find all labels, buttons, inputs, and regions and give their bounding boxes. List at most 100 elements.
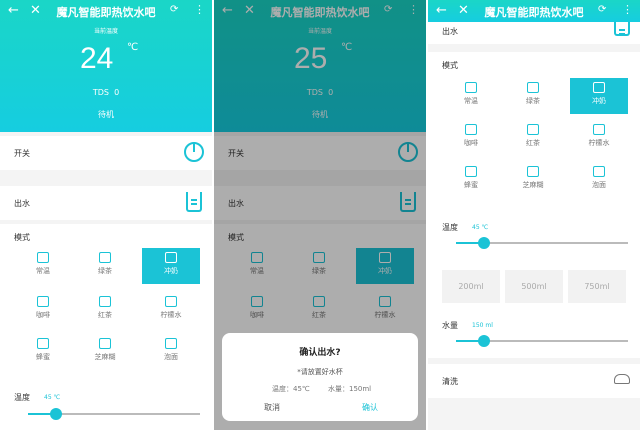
mode-label: 模式: [14, 233, 30, 242]
mode-item-noodle[interactable]: 泡面: [570, 162, 628, 198]
refresh-icon[interactable]: ⟳: [170, 4, 178, 15]
mode-item-sesame[interactable]: 芝麻糊: [504, 162, 562, 198]
temperature-slider-thumb[interactable]: [477, 237, 490, 249]
confirm-button[interactable]: 确认: [362, 402, 378, 413]
mode-label-coffee: 咖啡: [36, 311, 50, 319]
clean-label: 清洗: [442, 377, 458, 386]
mode-item-green-tea[interactable]: 绿茶: [504, 78, 562, 114]
honey-jar-icon: [37, 338, 49, 349]
honey-jar-icon: [465, 166, 477, 177]
temp-unit: ℃: [127, 42, 139, 53]
volume-option-750[interactable]: 750ml: [568, 270, 626, 303]
clean-row[interactable]: 清洗: [428, 364, 640, 398]
mode-item-sesame[interactable]: 芝麻糊: [76, 334, 134, 370]
refresh-icon[interactable]: ⟳: [598, 4, 606, 15]
water-row[interactable]: 出水: [428, 22, 640, 44]
tds-label: TDS: [92, 88, 109, 97]
power-icon[interactable]: [184, 142, 204, 162]
sesame-bowl-icon: [99, 338, 111, 349]
title-bar: ← ✕ 魔凡智能即热饮水吧 ⟳ ⋮: [428, 0, 640, 22]
volume-slider-thumb[interactable]: [477, 335, 490, 347]
device-status: 待机: [98, 110, 114, 119]
mode-item-milk[interactable]: 冲奶: [570, 78, 628, 114]
coffee-icon: [37, 296, 49, 307]
baby-bottle-icon: [165, 252, 177, 263]
water-cup-icon[interactable]: [186, 192, 202, 212]
mode-label-milk: 冲奶: [592, 97, 606, 105]
more-icon[interactable]: ⋮: [194, 3, 205, 16]
water-label: 出水: [14, 199, 30, 208]
mode-label-sesame: 芝麻糊: [522, 181, 544, 189]
volume-option-200[interactable]: 200ml: [442, 270, 500, 303]
screen-settings: ← ✕ 魔凡智能即热饮水吧 ⟳ ⋮ 出水 模式 常温 绿茶 冲奶 咖啡 红茶 柠…: [428, 0, 640, 430]
more-icon[interactable]: ⋮: [622, 3, 633, 16]
mode-label-honey: 蜂蜜: [36, 353, 50, 361]
coffee-icon: [465, 124, 477, 135]
cancel-button[interactable]: 取消: [264, 402, 280, 413]
dialog-temp: 温度：45℃: [272, 385, 310, 393]
temperature-value: 45 ℃: [472, 224, 489, 231]
mode-label-sesame: 芝麻糊: [94, 353, 116, 361]
temperature-label: 温度: [442, 223, 458, 232]
mode-label-normal: 常温: [36, 267, 50, 275]
sesame-bowl-icon: [527, 166, 539, 177]
volume-label: 水量: [442, 321, 458, 330]
mode-item-noodle[interactable]: 泡面: [142, 334, 200, 370]
mode-label-noodle: 泡面: [592, 181, 606, 189]
black-tea-icon: [99, 296, 111, 307]
content-background: [428, 44, 640, 52]
mode-label-normal: 常温: [464, 97, 478, 105]
mode-label-black-tea: 红茶: [526, 139, 540, 147]
mode-label-coffee: 咖啡: [464, 139, 478, 147]
volume-value: 150 ml: [472, 322, 493, 329]
app-title: 魔凡智能即热饮水吧: [56, 6, 156, 19]
lemon-water-icon: [165, 296, 177, 307]
mode-item-honey[interactable]: 蜂蜜: [14, 334, 72, 370]
tea-cup-icon: [527, 82, 539, 93]
mode-item-coffee[interactable]: 咖啡: [442, 120, 500, 156]
water-row[interactable]: 出水: [0, 186, 212, 220]
kettle-icon: [37, 252, 49, 263]
black-tea-icon: [527, 124, 539, 135]
mode-item-normal[interactable]: 常温: [14, 248, 72, 284]
mode-item-coffee[interactable]: 咖啡: [14, 292, 72, 328]
screen-confirm: ← ✕ 魔凡智能即热饮水吧 ⟳ ⋮ 当前温度 25 ℃ TDS 0 待机 开关 …: [214, 0, 426, 430]
mode-label-lemon: 柠檬水: [588, 139, 610, 147]
mode-label-black-tea: 红茶: [98, 311, 112, 319]
dialog-title: 确认出水?: [299, 348, 341, 358]
mode-item-honey[interactable]: 蜂蜜: [442, 162, 500, 198]
mode-item-green-tea[interactable]: 绿茶: [76, 248, 134, 284]
dialog-volume: 水量：150ml: [328, 385, 372, 393]
baby-bottle-icon: [593, 82, 605, 93]
tds-value: 0: [114, 88, 120, 97]
temperature-slider-thumb[interactable]: [49, 408, 62, 420]
current-temp-label: 当前温度: [93, 28, 118, 35]
tds-readout: TDS 0: [0, 88, 212, 97]
tea-cup-icon: [99, 252, 111, 263]
water-label: 出水: [442, 27, 458, 36]
lemon-water-icon: [593, 124, 605, 135]
temperature-label: 温度: [14, 393, 30, 402]
mode-item-black-tea[interactable]: 红茶: [76, 292, 134, 328]
app-title: 魔凡智能即热饮水吧: [484, 6, 584, 19]
mode-item-lemon[interactable]: 柠檬水: [142, 292, 200, 328]
mode-label-noodle: 泡面: [164, 353, 178, 361]
water-cup-icon[interactable]: [614, 22, 630, 36]
status-header: ← ✕ 魔凡智能即热饮水吧 ⟳ ⋮ 当前温度 24 ℃ TDS 0 待机: [0, 0, 212, 132]
mode-item-milk[interactable]: 冲奶: [142, 248, 200, 284]
volume-option-500[interactable]: 500ml: [505, 270, 563, 303]
noodle-bowl-icon: [165, 338, 177, 349]
screen-main: ← ✕ 魔凡智能即热饮水吧 ⟳ ⋮ 当前温度 24 ℃ TDS 0 待机 开关 …: [0, 0, 212, 430]
mode-label-green-tea: 绿茶: [98, 267, 112, 275]
mode-item-normal[interactable]: 常温: [442, 78, 500, 114]
mode-item-black-tea[interactable]: 红茶: [504, 120, 562, 156]
mode-label: 模式: [442, 61, 458, 70]
dialog-note: *请放置好水杯: [297, 368, 343, 376]
mode-label-honey: 蜂蜜: [464, 181, 478, 189]
clean-cloud-icon[interactable]: [614, 374, 630, 384]
power-row[interactable]: 开关: [0, 136, 212, 170]
status-header: ← ✕ 魔凡智能即热饮水吧 ⟳ ⋮: [428, 0, 640, 22]
mode-item-lemon[interactable]: 柠檬水: [570, 120, 628, 156]
title-bar: ← ✕ 魔凡智能即热饮水吧 ⟳ ⋮: [0, 0, 212, 22]
mode-label-lemon: 柠檬水: [160, 311, 182, 319]
